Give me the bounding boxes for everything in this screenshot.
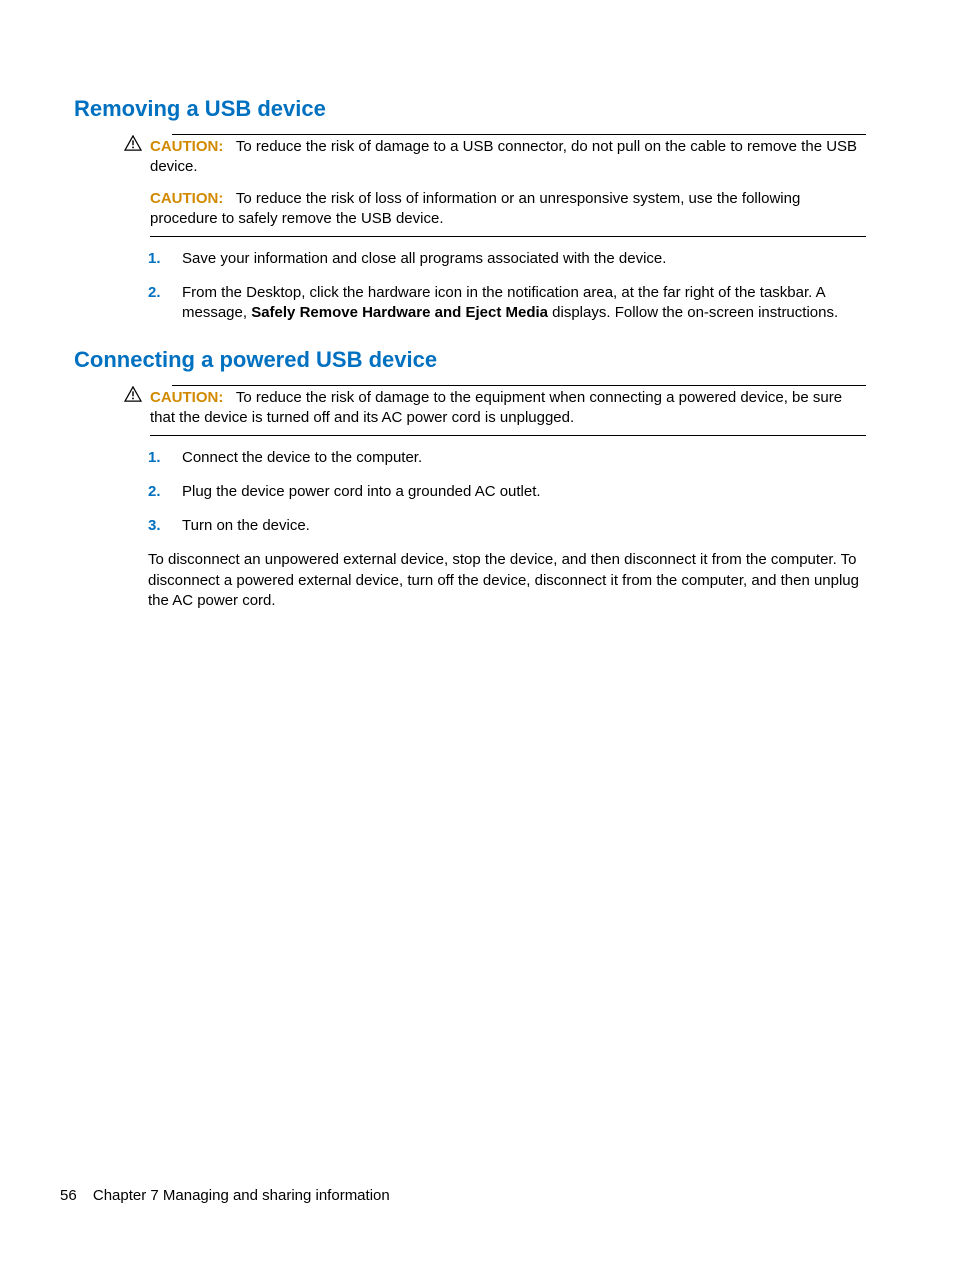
heading-removing-usb: Removing a USB device [74, 94, 866, 124]
step-item: 2. Plug the device power cord into a gro… [148, 482, 866, 502]
steps-connecting-powered-usb: 1. Connect the device to the computer. 2… [148, 448, 866, 537]
section-removing-usb: Removing a USB device CAUTION: To reduce… [74, 94, 866, 323]
step-number: 3. [148, 516, 182, 536]
caution-body-3: To reduce the risk of damage to the equi… [150, 389, 842, 426]
caution-body-1: To reduce the risk of damage to a USB co… [150, 138, 857, 175]
step-number: 1. [148, 249, 182, 269]
caution-label: CAUTION: [150, 190, 223, 207]
step-item: 1. Save your information and close all p… [148, 249, 866, 269]
heading-connecting-powered-usb: Connecting a powered USB device [74, 345, 866, 375]
caution-icon [124, 135, 142, 151]
caution-label: CAUTION: [150, 138, 223, 155]
caution-block-1: CAUTION: To reduce the risk of damage to… [126, 134, 866, 237]
caution-text-1: CAUTION: To reduce the risk of damage to… [150, 137, 866, 178]
caution-text-2: CAUTION: To reduce the risk of loss of i… [150, 189, 866, 230]
caution-text-3: CAUTION: To reduce the risk of damage to… [150, 388, 866, 429]
step-text: From the Desktop, click the hardware ico… [182, 283, 866, 324]
step-item: 3. Turn on the device. [148, 516, 866, 536]
step-number: 2. [148, 283, 182, 324]
step-text: Plug the device power cord into a ground… [182, 482, 866, 502]
body-paragraph: To disconnect an unpowered external devi… [148, 550, 866, 611]
caution-body-2: To reduce the risk of loss of informatio… [150, 190, 800, 227]
bold-text: Safely Remove Hardware and Eject Media [251, 304, 548, 321]
steps-removing-usb: 1. Save your information and close all p… [148, 249, 866, 324]
caution-block-2: CAUTION: To reduce the risk of damage to… [126, 385, 866, 436]
caution-icon [124, 386, 142, 402]
chapter-title: Chapter 7 Managing and sharing informati… [93, 1187, 390, 1204]
step-text: Connect the device to the computer. [182, 448, 866, 468]
step-item: 2. From the Desktop, click the hardware … [148, 283, 866, 324]
step-text: Turn on the device. [182, 516, 866, 536]
step-item: 1. Connect the device to the computer. [148, 448, 866, 468]
caution-label: CAUTION: [150, 389, 223, 406]
section-connecting-powered-usb: Connecting a powered USB device CAUTION:… [74, 345, 866, 611]
step-text: Save your information and close all prog… [182, 249, 866, 269]
page-number: 56 [60, 1187, 77, 1204]
step-number: 1. [148, 448, 182, 468]
page-footer: 56 Chapter 7 Managing and sharing inform… [60, 1186, 390, 1206]
step-number: 2. [148, 482, 182, 502]
